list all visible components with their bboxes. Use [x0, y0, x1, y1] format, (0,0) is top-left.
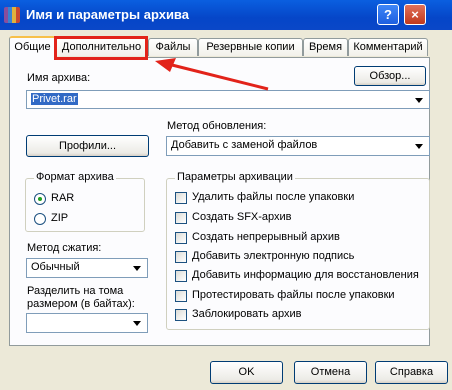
arrow-head: [155, 58, 176, 72]
archive-dialog: Имя и параметры архива ? × Дополнительно…: [0, 0, 452, 390]
annotation-arrow: [155, 58, 269, 91]
arrow-shaft: [171, 63, 269, 91]
